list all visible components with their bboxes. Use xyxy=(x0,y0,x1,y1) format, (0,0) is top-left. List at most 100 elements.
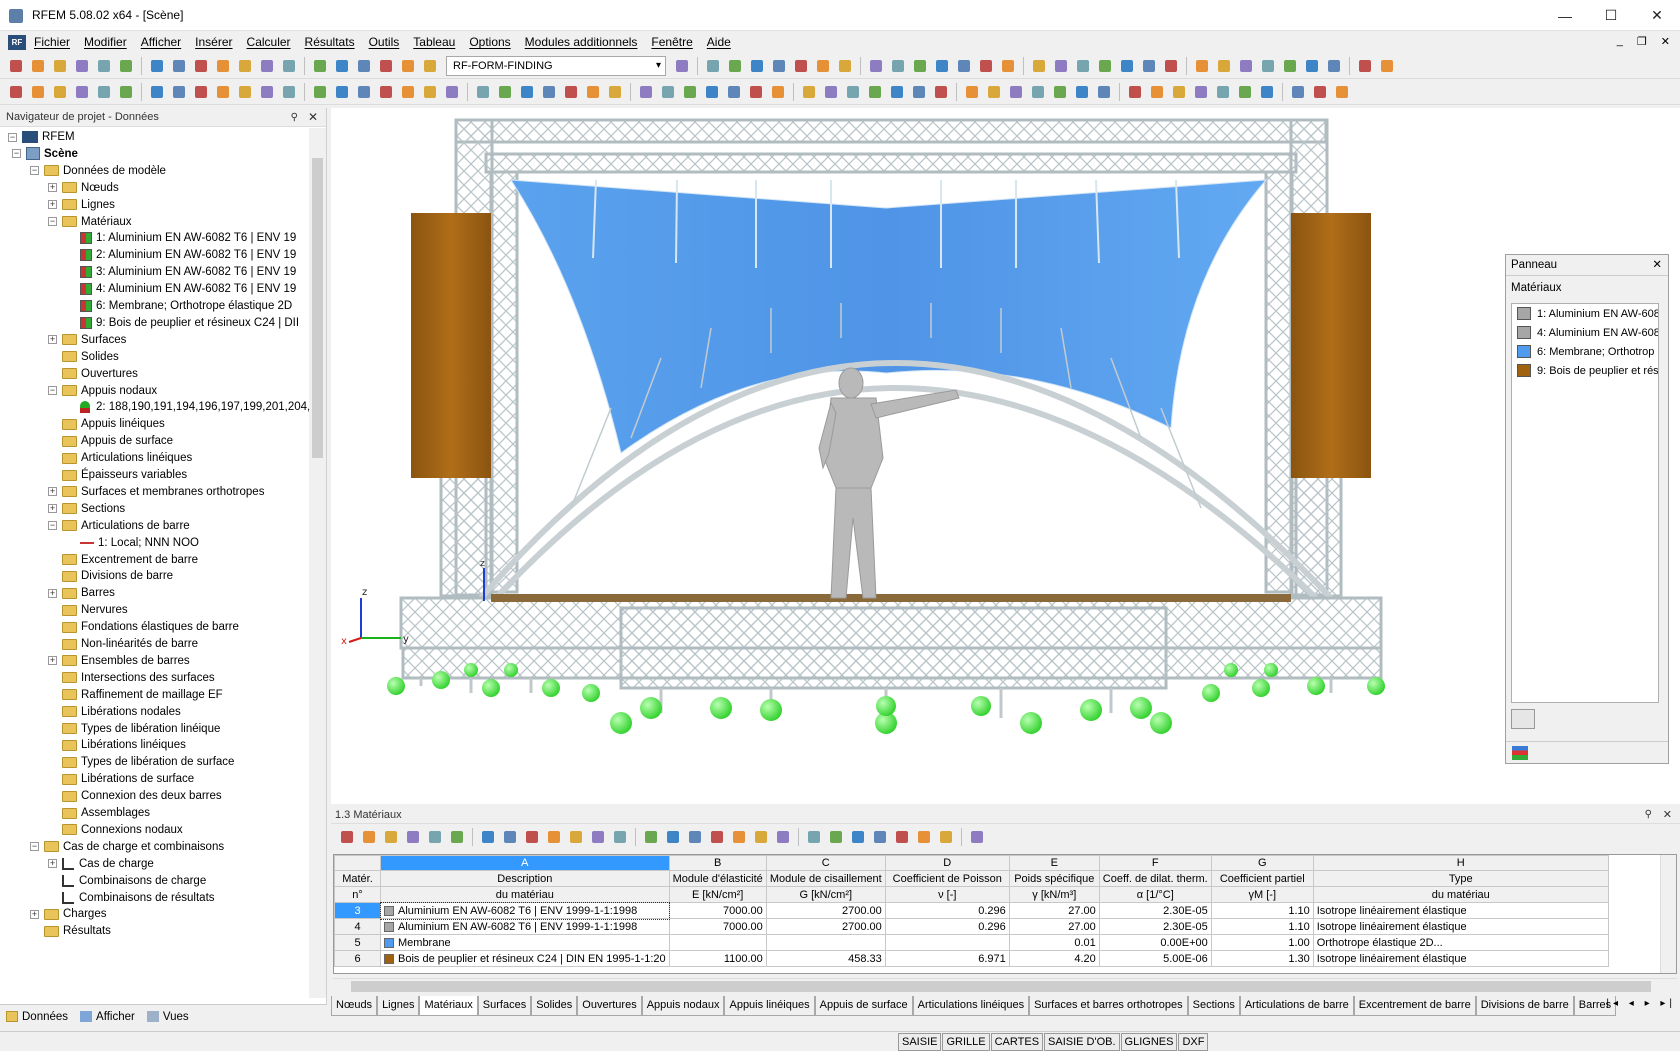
tree-node[interactable]: Non-linéarités de barre xyxy=(48,635,198,653)
menu-7[interactable]: Tableau xyxy=(413,35,455,49)
tree-node[interactable]: 2: Aluminium EN AW-6082 T6 | ENV 19 xyxy=(66,246,296,264)
tb3-button-icon[interactable] xyxy=(826,827,846,847)
tb1-button-icon[interactable] xyxy=(1073,56,1093,76)
status-toggle-button[interactable]: CARTES xyxy=(990,1033,1044,1051)
cell-E[interactable]: 7000.00 xyxy=(668,902,767,919)
tb1-button-icon[interactable] xyxy=(420,56,440,76)
tree-node[interactable]: − Cas de charge et combinaisons xyxy=(30,838,224,856)
table-row[interactable]: 3 Aluminium EN AW-6082 T6 | ENV 1999-1-1:… xyxy=(334,901,1609,920)
tb3-button-icon[interactable] xyxy=(751,827,771,847)
cell-gm[interactable]: 1.10 xyxy=(1210,902,1314,919)
panel-close-icon[interactable]: ✕ xyxy=(1652,255,1662,276)
column-letter[interactable]: E xyxy=(1008,855,1100,871)
status-toggle-button[interactable]: GRILLE xyxy=(942,1033,990,1051)
doc-close-button[interactable]: ✕ xyxy=(1661,35,1670,48)
tb2-button-icon[interactable] xyxy=(376,82,396,102)
tree-node[interactable]: − Appuis nodaux xyxy=(48,382,157,400)
tb2-button-icon[interactable] xyxy=(1072,82,1092,102)
status-toggle-button[interactable]: GLIGNES xyxy=(1120,1033,1178,1051)
close-button[interactable]: ✕ xyxy=(1634,0,1680,31)
expand-icon[interactable]: + xyxy=(48,183,57,193)
tb2-button-icon[interactable] xyxy=(1006,82,1026,102)
table-tab[interactable]: Articulations de barre xyxy=(1239,996,1354,1016)
tb1-button-icon[interactable] xyxy=(672,56,692,76)
table-tab[interactable]: Matériaux xyxy=(419,996,478,1016)
tree-node[interactable]: 3: Aluminium EN AW-6082 T6 | ENV 19 xyxy=(66,263,296,281)
tb3-button-icon[interactable] xyxy=(685,827,705,847)
tree-node[interactable]: − Données de modèle xyxy=(30,162,166,180)
collapse-icon[interactable]: − xyxy=(8,132,17,142)
tree-node[interactable]: Intersections des surfaces xyxy=(48,669,215,687)
cell-type[interactable]: Isotrope linéairement élastique xyxy=(1312,950,1609,967)
status-toggle-button[interactable]: DXF xyxy=(1178,1033,1209,1051)
tb1-button-icon[interactable] xyxy=(835,56,855,76)
tb2-button-icon[interactable] xyxy=(50,82,70,102)
tb1-button-icon[interactable] xyxy=(376,56,396,76)
tb2-button-icon[interactable] xyxy=(636,82,656,102)
tb1-button-icon[interactable] xyxy=(747,56,767,76)
tb2-button-icon[interactable] xyxy=(495,82,515,102)
tb3-button-icon[interactable] xyxy=(522,827,542,847)
tree-node[interactable]: Types de libération de surface xyxy=(48,753,234,771)
collapse-icon[interactable]: − xyxy=(48,521,57,531)
tree-node[interactable]: 9: Bois de peuplier et résineux C24 | DI… xyxy=(66,314,299,332)
tb2-button-icon[interactable] xyxy=(1147,82,1167,102)
tb2-button-icon[interactable] xyxy=(821,82,841,102)
tb2-button-icon[interactable] xyxy=(116,82,136,102)
tb2-button-icon[interactable] xyxy=(1191,82,1211,102)
tb3-button-icon[interactable] xyxy=(359,827,379,847)
tb2-button-icon[interactable] xyxy=(1094,82,1114,102)
tree-node[interactable]: Fondations élastiques de barre xyxy=(48,618,239,636)
table-tab[interactable]: Surfaces et barres orthotropes xyxy=(1029,996,1188,1016)
cell-gm[interactable]: 1.00 xyxy=(1210,934,1314,951)
tb2-button-icon[interactable] xyxy=(561,82,581,102)
navigator-scrollbar[interactable] xyxy=(309,128,326,998)
cell-G[interactable]: 458.33 xyxy=(765,950,886,967)
description-cell[interactable]: Aluminium EN AW-6082 T6 | ENV 1999-1-1:1… xyxy=(379,901,671,920)
table-tab[interactable]: Divisions de barre xyxy=(1475,996,1574,1016)
tb1-button-icon[interactable] xyxy=(72,56,92,76)
tree-node[interactable]: Solides xyxy=(48,348,119,366)
expand-icon[interactable]: + xyxy=(48,859,57,869)
tb2-button-icon[interactable] xyxy=(539,82,559,102)
cell-type[interactable]: Isotrope linéairement élastique xyxy=(1312,918,1609,935)
tb2-button-icon[interactable] xyxy=(1169,82,1189,102)
cell-nu[interactable]: 0.296 xyxy=(884,902,1010,919)
tb2-button-icon[interactable] xyxy=(1050,82,1070,102)
tb3-button-icon[interactable] xyxy=(544,827,564,847)
tb3-button-icon[interactable] xyxy=(663,827,683,847)
tb1-button-icon[interactable] xyxy=(50,56,70,76)
panel-material-item[interactable]: 1: Aluminium EN AW-6082 xyxy=(1512,304,1658,323)
table-tab[interactable]: Excentrement de barre xyxy=(1353,996,1476,1016)
tb3-button-icon[interactable] xyxy=(773,827,793,847)
table-tab[interactable]: Appuis nodaux xyxy=(641,996,725,1016)
column-letter[interactable]: G xyxy=(1210,855,1314,871)
tb1-button-icon[interactable] xyxy=(169,56,189,76)
tree-node[interactable]: Articulations linéiques xyxy=(48,449,192,467)
tb1-button-icon[interactable] xyxy=(725,56,745,76)
navigator-close-icon[interactable]: ✕ xyxy=(308,108,318,127)
cell-gamma[interactable]: 4.20 xyxy=(1008,950,1100,967)
menu-3[interactable]: Insérer xyxy=(195,35,232,49)
tb2-button-icon[interactable] xyxy=(887,82,907,102)
cell-type[interactable]: Orthotrope élastique 2D... xyxy=(1312,934,1609,951)
tb3-button-icon[interactable] xyxy=(610,827,630,847)
tb3-button-icon[interactable] xyxy=(425,827,445,847)
tree-node[interactable]: + Barres xyxy=(48,584,115,602)
tree-node[interactable]: Combinaisons de résultats xyxy=(48,889,215,907)
tb1-button-icon[interactable] xyxy=(910,56,930,76)
tb1-button-icon[interactable] xyxy=(888,56,908,76)
tb2-button-icon[interactable] xyxy=(354,82,374,102)
table-tab[interactable]: Solides xyxy=(531,996,578,1016)
panel-color-icon[interactable] xyxy=(1512,746,1528,760)
column-letter[interactable]: C xyxy=(765,855,886,871)
description-cell[interactable]: Aluminium EN AW-6082 T6 | ENV 1999-1-1:1… xyxy=(380,918,670,935)
tb2-button-icon[interactable] xyxy=(332,82,352,102)
tb1-button-icon[interactable] xyxy=(998,56,1018,76)
column-letter[interactable]: B xyxy=(668,855,767,871)
tb1-button-icon[interactable] xyxy=(1236,56,1256,76)
tb3-button-icon[interactable] xyxy=(588,827,608,847)
tree-node[interactable]: Connexions nodaux xyxy=(48,821,183,839)
tb3-button-icon[interactable] xyxy=(447,827,467,847)
doc-minimize-button[interactable]: _ xyxy=(1617,35,1623,48)
